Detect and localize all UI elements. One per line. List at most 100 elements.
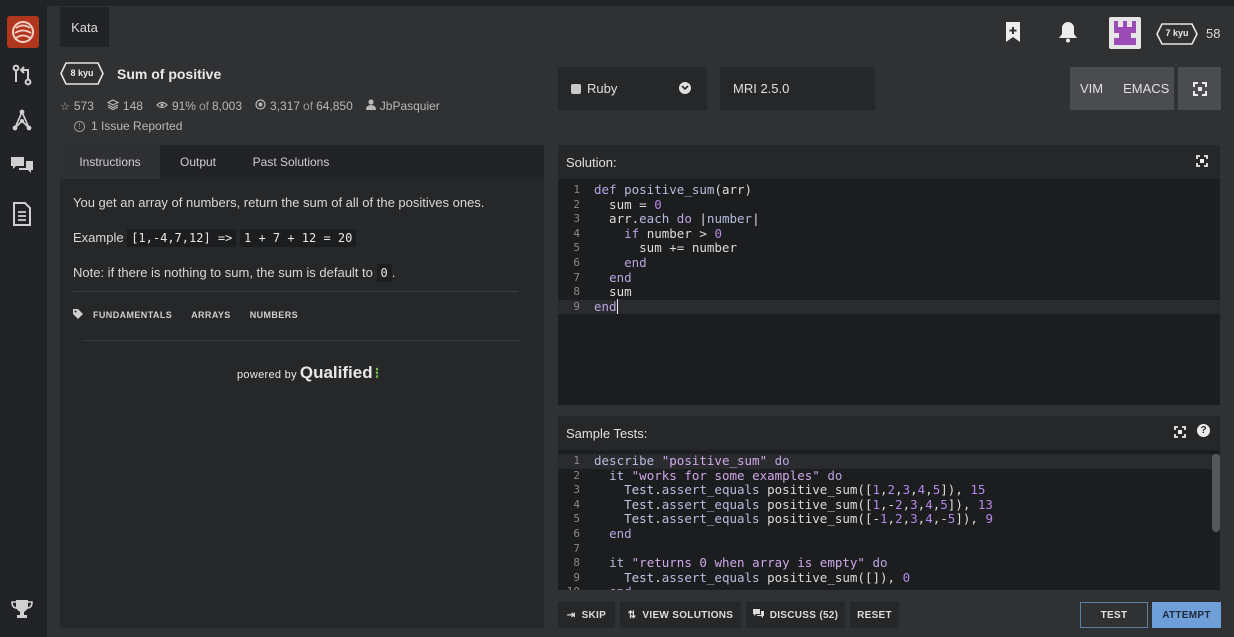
code-line: 1 def positive_sum(arr) <box>573 182 753 197</box>
collections-icon <box>106 99 120 113</box>
note-end: . <box>391 265 396 280</box>
satisfaction-rate: 91% <box>171 99 196 113</box>
expand-solution-icon[interactable] <box>1196 155 1208 170</box>
completed-total: 64,850 <box>316 99 353 113</box>
qualified-logo: Qualified <box>299 363 373 382</box>
code-line: 2 sum = 0 <box>573 196 662 212</box>
tag-fundamentals[interactable]: FUNDAMENTALS <box>93 310 172 320</box>
target-icon <box>255 99 266 113</box>
tag-icon <box>73 309 83 321</box>
satisfaction-of: of <box>198 99 209 113</box>
skip-button[interactable]: ⇥ SKIP <box>558 602 615 628</box>
discuss-nav-icon[interactable] <box>10 153 34 177</box>
tab-past-solutions[interactable]: Past Solutions <box>236 145 346 179</box>
note-text: Note: if there is nothing to sum, the su… <box>73 265 373 280</box>
divider <box>84 340 520 341</box>
code-line: 8 it "returns 0 when array is empty" do <box>573 555 888 571</box>
example-line: Example [1,-4,7,12] => 1 + 7 + 12 = 20 <box>73 229 533 247</box>
issues-reported[interactable]: ! 1 Issue Reported <box>74 119 182 133</box>
codewars-logo-icon[interactable] <box>7 16 39 48</box>
code-line-active: 1 describe "positive_sum" do <box>558 453 1220 469</box>
code-line: 5 sum += number <box>573 240 737 256</box>
kata-title: Sum of positive <box>117 66 222 82</box>
emacs-mode-button[interactable]: EMACS <box>1113 81 1179 96</box>
code-line: 4 Test.assert_equals positive_sum([1,-2,… <box>573 496 993 512</box>
code-line: 8 sum <box>573 284 632 300</box>
tag-numbers[interactable]: NUMBERS <box>250 310 298 320</box>
discuss-button[interactable]: DISCUSS (52) <box>746 602 845 628</box>
user-avatar[interactable] <box>1109 17 1141 49</box>
description-tabs: Instructions Output Past Solutions <box>60 145 544 179</box>
attempt-button[interactable]: ATTEMPT <box>1152 602 1221 628</box>
expand-tests-icon[interactable] <box>1174 426 1186 441</box>
completed-count: 3,317 <box>270 99 301 113</box>
help-icon[interactable]: ? <box>1197 424 1210 437</box>
instruction-text: You get an array of numbers, return the … <box>73 195 485 210</box>
note-code: 0 <box>376 264 392 282</box>
author-name: JbPasquier <box>379 99 440 113</box>
divider <box>73 291 518 292</box>
instructions-body: You get an array of numbers, return the … <box>73 194 533 299</box>
completed-stat: 3,317 of 64,850 <box>255 99 353 113</box>
tests-header: Sample Tests: ? <box>558 416 1220 450</box>
collections-count: 148 <box>122 99 143 113</box>
skip-label: SKIP <box>581 609 607 621</box>
kumite-icon[interactable] <box>10 108 34 132</box>
code-line: 5 Test.assert_equals positive_sum([-1,2,… <box>573 511 993 527</box>
version-value: MRI 2.5.0 <box>733 81 790 96</box>
example-input: [1,-4,7,12] <box>131 231 211 245</box>
issues-label: 1 Issue Reported <box>91 119 183 133</box>
fullscreen-button[interactable] <box>1178 67 1221 110</box>
kata-rank-badge: 8 kyu <box>60 62 104 85</box>
note-line: Note: if there is nothing to sum, the su… <box>73 264 533 282</box>
tab-instructions[interactable]: Instructions <box>60 145 160 179</box>
code-line: 9 Test.assert_equals positive_sum([]), 0 <box>573 569 911 585</box>
star-icon: ☆ <box>60 100 70 113</box>
honor-count: 58 <box>1206 26 1221 41</box>
example-arrow: => <box>217 231 233 245</box>
tag-arrays[interactable]: ARRAYS <box>191 310 231 320</box>
bookmark-icon[interactable] <box>1003 20 1023 44</box>
powered-by-qualified[interactable]: powered by Qualified ⁝ <box>237 363 379 383</box>
stars-stat[interactable]: ☆ 573 <box>60 99 94 113</box>
view-solutions-label: VIEW SOLUTIONS <box>642 609 734 621</box>
user-rank-badge[interactable]: 7 kyu <box>1156 23 1198 45</box>
kata-stats: ☆ 573 148 91% of 8,003 3,317 of 64,850 J… <box>60 99 453 113</box>
user-rank-label: 7 kyu <box>1165 28 1189 38</box>
reset-button[interactable]: RESET <box>850 602 899 628</box>
tests-scrollbar[interactable] <box>1212 454 1220 532</box>
practice-icon[interactable] <box>10 63 34 87</box>
powered-by-label: powered by <box>237 369 297 381</box>
docs-icon[interactable] <box>10 202 34 226</box>
leaderboard-trophy-icon[interactable] <box>10 597 34 621</box>
code-line: 7 end <box>573 269 632 285</box>
collections-stat[interactable]: 148 <box>106 99 143 113</box>
kata-tab[interactable]: Kata <box>60 7 109 47</box>
discuss-icon <box>752 609 764 621</box>
view-solutions-button[interactable]: ⇅ VIEW SOLUTIONS <box>620 602 741 628</box>
example-output: 1 + 7 + 12 = 20 <box>240 229 357 247</box>
version-select[interactable]: MRI 2.5.0 <box>720 67 875 110</box>
tests-editor[interactable]: 1 describe "positive_sum" do 2 it "works … <box>558 450 1220 590</box>
chevron-down-icon <box>679 82 691 94</box>
tests-label: Sample Tests: <box>566 425 648 441</box>
solution-editor[interactable]: 1 def positive_sum(arr) 2 sum = 0 3 arr.e… <box>558 179 1220 405</box>
ruby-icon <box>571 83 581 94</box>
notifications-bell-icon[interactable] <box>1057 20 1079 44</box>
author-stat[interactable]: JbPasquier <box>365 99 440 113</box>
code-line: 4 if number > 0 <box>573 225 722 241</box>
satisfaction-total: 8,003 <box>211 99 243 113</box>
code-line: 3 arr.each do |number| <box>573 211 760 227</box>
example-code: [1,-4,7,12] => <box>127 229 237 247</box>
tab-output[interactable]: Output <box>160 145 236 179</box>
editor-mode-group: VIM EMACS <box>1070 67 1174 110</box>
solutions-icon: ⇅ <box>627 609 637 621</box>
expand-icon <box>1192 81 1207 96</box>
user-icon <box>365 99 376 113</box>
language-select[interactable]: Ruby <box>558 67 707 110</box>
top-strip <box>47 0 1234 6</box>
vim-mode-button[interactable]: VIM <box>1070 81 1113 96</box>
test-button[interactable]: TEST <box>1080 602 1148 628</box>
code-line: 7 <box>573 541 580 555</box>
stars-count: 573 <box>73 99 94 113</box>
